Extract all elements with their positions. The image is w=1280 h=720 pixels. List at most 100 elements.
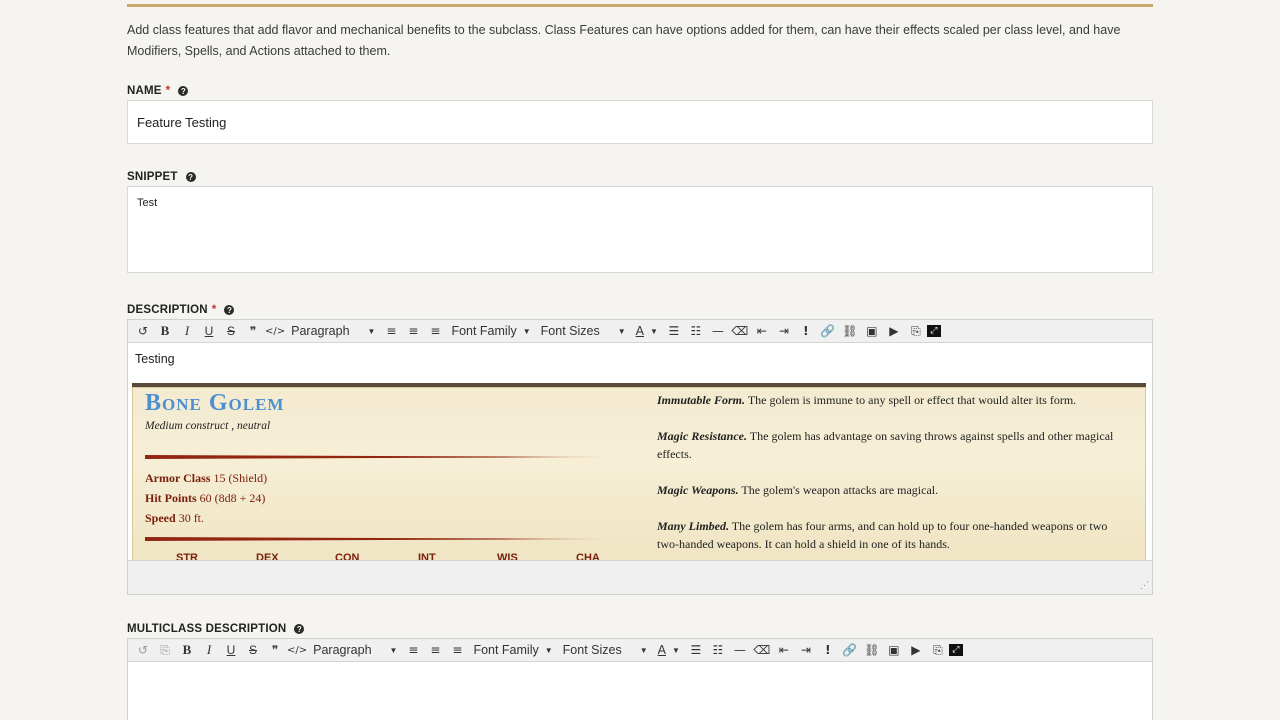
help-icon[interactable]: ?	[294, 624, 305, 634]
align-left-icon[interactable]: ≡	[402, 641, 424, 659]
font-sizes-dropdown[interactable]: Font Sizes ▼	[536, 324, 631, 338]
trait-name: Magic Weapons.	[657, 483, 739, 497]
strikethrough-button[interactable]: S	[220, 322, 242, 340]
link-icon[interactable]: 🔗	[817, 322, 839, 340]
help-icon[interactable]: ?	[178, 86, 189, 96]
font-sizes-label: Font Sizes	[540, 324, 600, 338]
font-family-label: Font Family	[451, 324, 517, 338]
redo-icon[interactable]: ⎘	[154, 641, 176, 659]
snippet-textarea[interactable]: Test	[127, 186, 1153, 273]
align-left-icon[interactable]: ≡	[380, 322, 402, 340]
name-input[interactable]: Feature Testing	[127, 100, 1153, 144]
numbered-list-icon[interactable]: ☷	[707, 641, 729, 659]
chevron-down-icon: ▼	[639, 645, 648, 655]
trait-name: Magic Resistance.	[657, 429, 747, 443]
format-dropdown[interactable]: Paragraph ▼	[286, 324, 380, 338]
video-icon[interactable]: ▶	[883, 322, 905, 340]
trait: Magic Resistance. The golem has advantag…	[657, 427, 1127, 463]
numbered-list-icon[interactable]: ☷	[685, 322, 707, 340]
link-icon[interactable]: 🔗	[839, 641, 861, 659]
blockquote-icon[interactable]: ❞	[242, 322, 264, 340]
indent-icon[interactable]: ⇥	[773, 322, 795, 340]
format-dropdown[interactable]: Paragraph ▼	[308, 643, 402, 657]
clear-format-icon[interactable]: ⌫	[751, 641, 773, 659]
outdent-icon[interactable]: ⇤	[773, 641, 795, 659]
bullet-list-icon[interactable]: ☰	[663, 322, 685, 340]
required-mark: *	[165, 85, 171, 97]
text-color-icon: A	[657, 643, 666, 657]
stat-block: Bone Golem Medium construct , neutral Ar…	[132, 383, 1146, 567]
image-icon[interactable]: ▣	[861, 322, 883, 340]
video-icon[interactable]: ▶	[905, 641, 927, 659]
embed-icon[interactable]: ⎘	[905, 322, 927, 340]
align-center-icon[interactable]: ≡	[402, 322, 424, 340]
italic-button[interactable]: I	[176, 322, 198, 340]
chevron-down-icon: ▼	[367, 326, 376, 336]
trait-name: Immutable Form.	[657, 393, 746, 407]
top-divider	[127, 4, 1153, 7]
editor-toolbar: ↺ ⎘ B I U S ❞ </> Paragraph ▼ ≡ ≡ ≡ Font …	[128, 639, 1152, 662]
blockquote-icon[interactable]: ❞	[264, 641, 286, 659]
bullet-list-icon[interactable]: ☰	[685, 641, 707, 659]
multiclass-label: MULTICLASS DESCRIPTION?	[127, 623, 305, 635]
text-color-button[interactable]: A ▼	[631, 324, 663, 338]
prop-key: Hit Points	[145, 491, 197, 505]
statblock-divider	[145, 537, 623, 541]
text-color-button[interactable]: A ▼	[653, 643, 685, 657]
embed-icon[interactable]: ⎘	[927, 641, 949, 659]
indent-icon[interactable]: ⇥	[795, 641, 817, 659]
multiclass-label-text: MULTICLASS DESCRIPTION	[127, 623, 287, 635]
trait-name: Many Limbed.	[657, 519, 729, 533]
code-icon[interactable]: </>	[264, 322, 286, 340]
strikethrough-button[interactable]: S	[242, 641, 264, 659]
font-sizes-dropdown[interactable]: Font Sizes ▼	[558, 643, 653, 657]
underline-button[interactable]: U	[220, 641, 242, 659]
prop-value: 60 (8d8 + 24)	[199, 491, 266, 505]
outdent-icon[interactable]: ⇤	[751, 322, 773, 340]
horizontal-rule-icon[interactable]: —	[729, 641, 751, 659]
bold-button[interactable]: B	[176, 641, 198, 659]
clear-format-icon[interactable]: ⌫	[729, 322, 751, 340]
description-label: DESCRIPTION *?	[127, 304, 235, 316]
align-center-icon[interactable]: ≡	[424, 641, 446, 659]
text-color-icon: A	[635, 324, 644, 338]
trait-text: The golem is immune to any spell or effe…	[747, 393, 1077, 407]
font-family-dropdown[interactable]: Font Family ▼	[468, 643, 557, 657]
help-icon[interactable]: ?	[224, 305, 235, 315]
fullscreen-icon[interactable]: ⤢	[948, 644, 963, 656]
snippet-label: SNIPPET?	[127, 171, 196, 183]
multiclass-editor: ↺ ⎘ B I U S ❞ </> Paragraph ▼ ≡ ≡ ≡ Font …	[127, 638, 1153, 720]
chevron-down-icon: ▼	[389, 645, 398, 655]
fullscreen-icon[interactable]: ⤢	[926, 325, 941, 337]
bold-button[interactable]: B	[154, 322, 176, 340]
align-right-icon[interactable]: ≡	[424, 322, 446, 340]
undo-icon[interactable]: ↺	[132, 641, 154, 659]
undo-icon[interactable]: ↺	[132, 322, 154, 340]
callout-icon[interactable]: !	[795, 322, 817, 340]
statblock-name: Bone Golem	[145, 390, 285, 416]
statblock-type: Medium construct , neutral	[145, 420, 271, 432]
callout-icon[interactable]: !	[817, 641, 839, 659]
resize-handle-icon[interactable]: ⋰	[1140, 580, 1149, 591]
italic-button[interactable]: I	[198, 641, 220, 659]
format-dropdown-label: Paragraph	[313, 643, 372, 657]
font-family-dropdown[interactable]: Font Family ▼	[446, 324, 535, 338]
help-icon[interactable]: ?	[185, 172, 196, 182]
align-right-icon[interactable]: ≡	[446, 641, 468, 659]
required-mark: *	[211, 304, 217, 316]
unlink-icon[interactable]: ⛓	[861, 641, 883, 659]
format-dropdown-label: Paragraph	[291, 324, 350, 338]
name-label: NAME *?	[127, 85, 189, 97]
trait-text: The golem's weapon attacks are magical.	[741, 483, 939, 497]
underline-button[interactable]: U	[198, 322, 220, 340]
multiclass-editor-content[interactable]	[128, 662, 1152, 720]
editor-statusbar: ⋰	[128, 560, 1152, 594]
code-icon[interactable]: </>	[286, 641, 308, 659]
editor-content[interactable]: Testing Bone Golem Medium construct , ne…	[128, 343, 1152, 567]
image-icon[interactable]: ▣	[883, 641, 905, 659]
prop-value: 30 ft.	[178, 511, 205, 525]
editor-toolbar: ↺ B I U S ❞ </> Paragraph ▼ ≡ ≡ ≡ Font Fa…	[128, 320, 1152, 343]
horizontal-rule-icon[interactable]: —	[707, 322, 729, 340]
font-sizes-label: Font Sizes	[562, 643, 622, 657]
unlink-icon[interactable]: ⛓	[839, 322, 861, 340]
